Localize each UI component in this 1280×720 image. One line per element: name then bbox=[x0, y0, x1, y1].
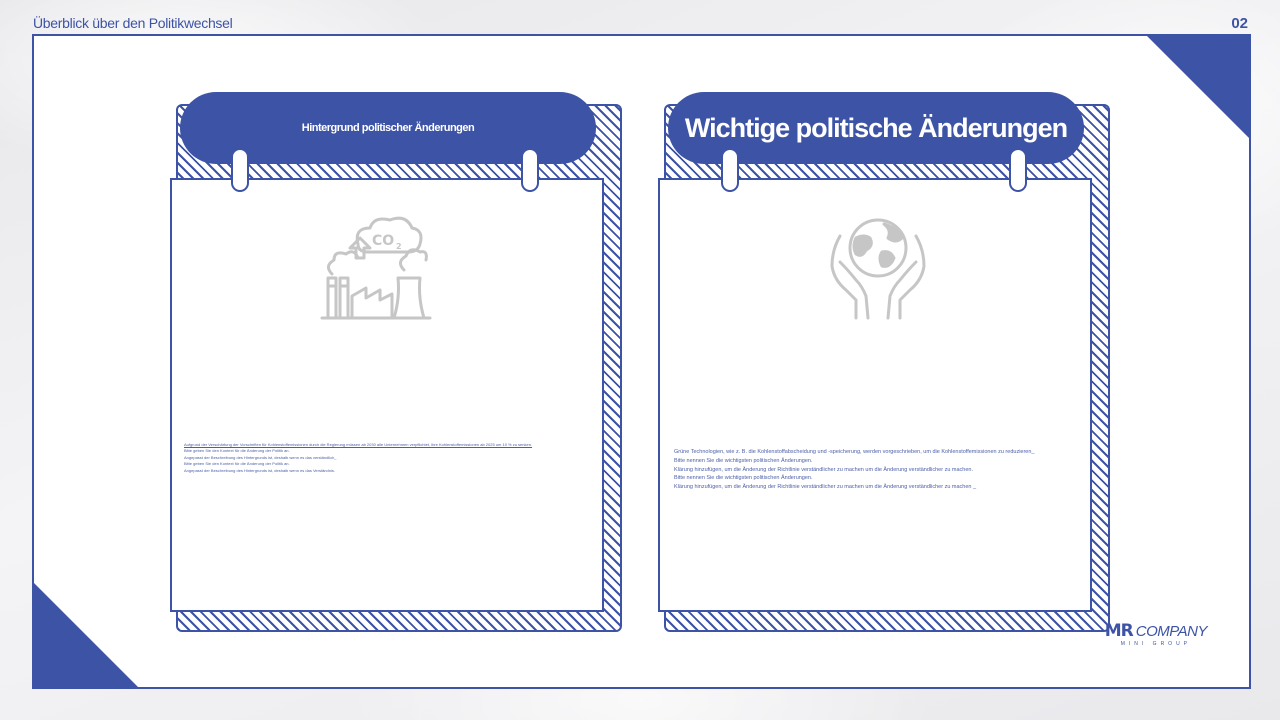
card-body-text: Grüne Technologien, wie z. B. die Kohlen… bbox=[674, 448, 1034, 492]
binder-ring bbox=[231, 148, 249, 192]
card-background: Grüne Technologien, wie z. B. die Kohlen… bbox=[658, 92, 1114, 632]
co2-factory-icon: CO 2 bbox=[320, 212, 432, 327]
logo-wordmark: MR COMPANY bbox=[1104, 621, 1208, 641]
card-sheet: CO 2 Aufgrund der Verschärfung der Vorsc… bbox=[170, 178, 604, 612]
binder-ring bbox=[521, 148, 539, 192]
logo-name: COMPANY bbox=[1135, 623, 1208, 640]
globe-in-hands-icon bbox=[826, 216, 930, 325]
text-line: Grüne Technologien, wie z. B. die Kohlen… bbox=[674, 449, 1035, 455]
card-sheet: Grüne Technologien, wie z. B. die Kohlen… bbox=[658, 178, 1092, 612]
text-line: Angepasst der Beschreibung des Hintergru… bbox=[184, 467, 335, 473]
corner-triangle-top-right bbox=[1145, 36, 1249, 140]
slide-title: Überblick über den Politikwechsel bbox=[33, 15, 233, 31]
content-frame: CO 2 Aufgrund der Verschärfung der Vorsc… bbox=[32, 34, 1251, 689]
slide-number: 02 bbox=[1231, 15, 1248, 32]
text-line: Bitte nennen Sie die wichtigsten politis… bbox=[674, 475, 813, 482]
svg-text:CO: CO bbox=[372, 233, 394, 249]
text-line: Bitte nennen Sie die wichtigsten politis… bbox=[674, 457, 813, 464]
logo-mark: MR bbox=[1104, 621, 1134, 641]
logo-tagline: MINI GROUP bbox=[1120, 641, 1192, 647]
binder-ring bbox=[721, 148, 739, 192]
binder-ring bbox=[1009, 148, 1027, 192]
corner-triangle-bottom-left bbox=[34, 581, 140, 687]
card-background: CO 2 Aufgrund der Verschärfung der Vorsc… bbox=[170, 92, 626, 632]
company-logo: MR COMPANY MINI GROUP bbox=[1104, 621, 1208, 648]
text-line: Klärung hinzufügen, um die Änderung der … bbox=[674, 466, 974, 473]
svg-text:2: 2 bbox=[396, 242, 402, 251]
card-body-text: Aufgrund der Verschärfung der Vorschrift… bbox=[184, 442, 532, 474]
text-line: Klärung hinzufügen, um die Änderung der … bbox=[674, 484, 977, 491]
